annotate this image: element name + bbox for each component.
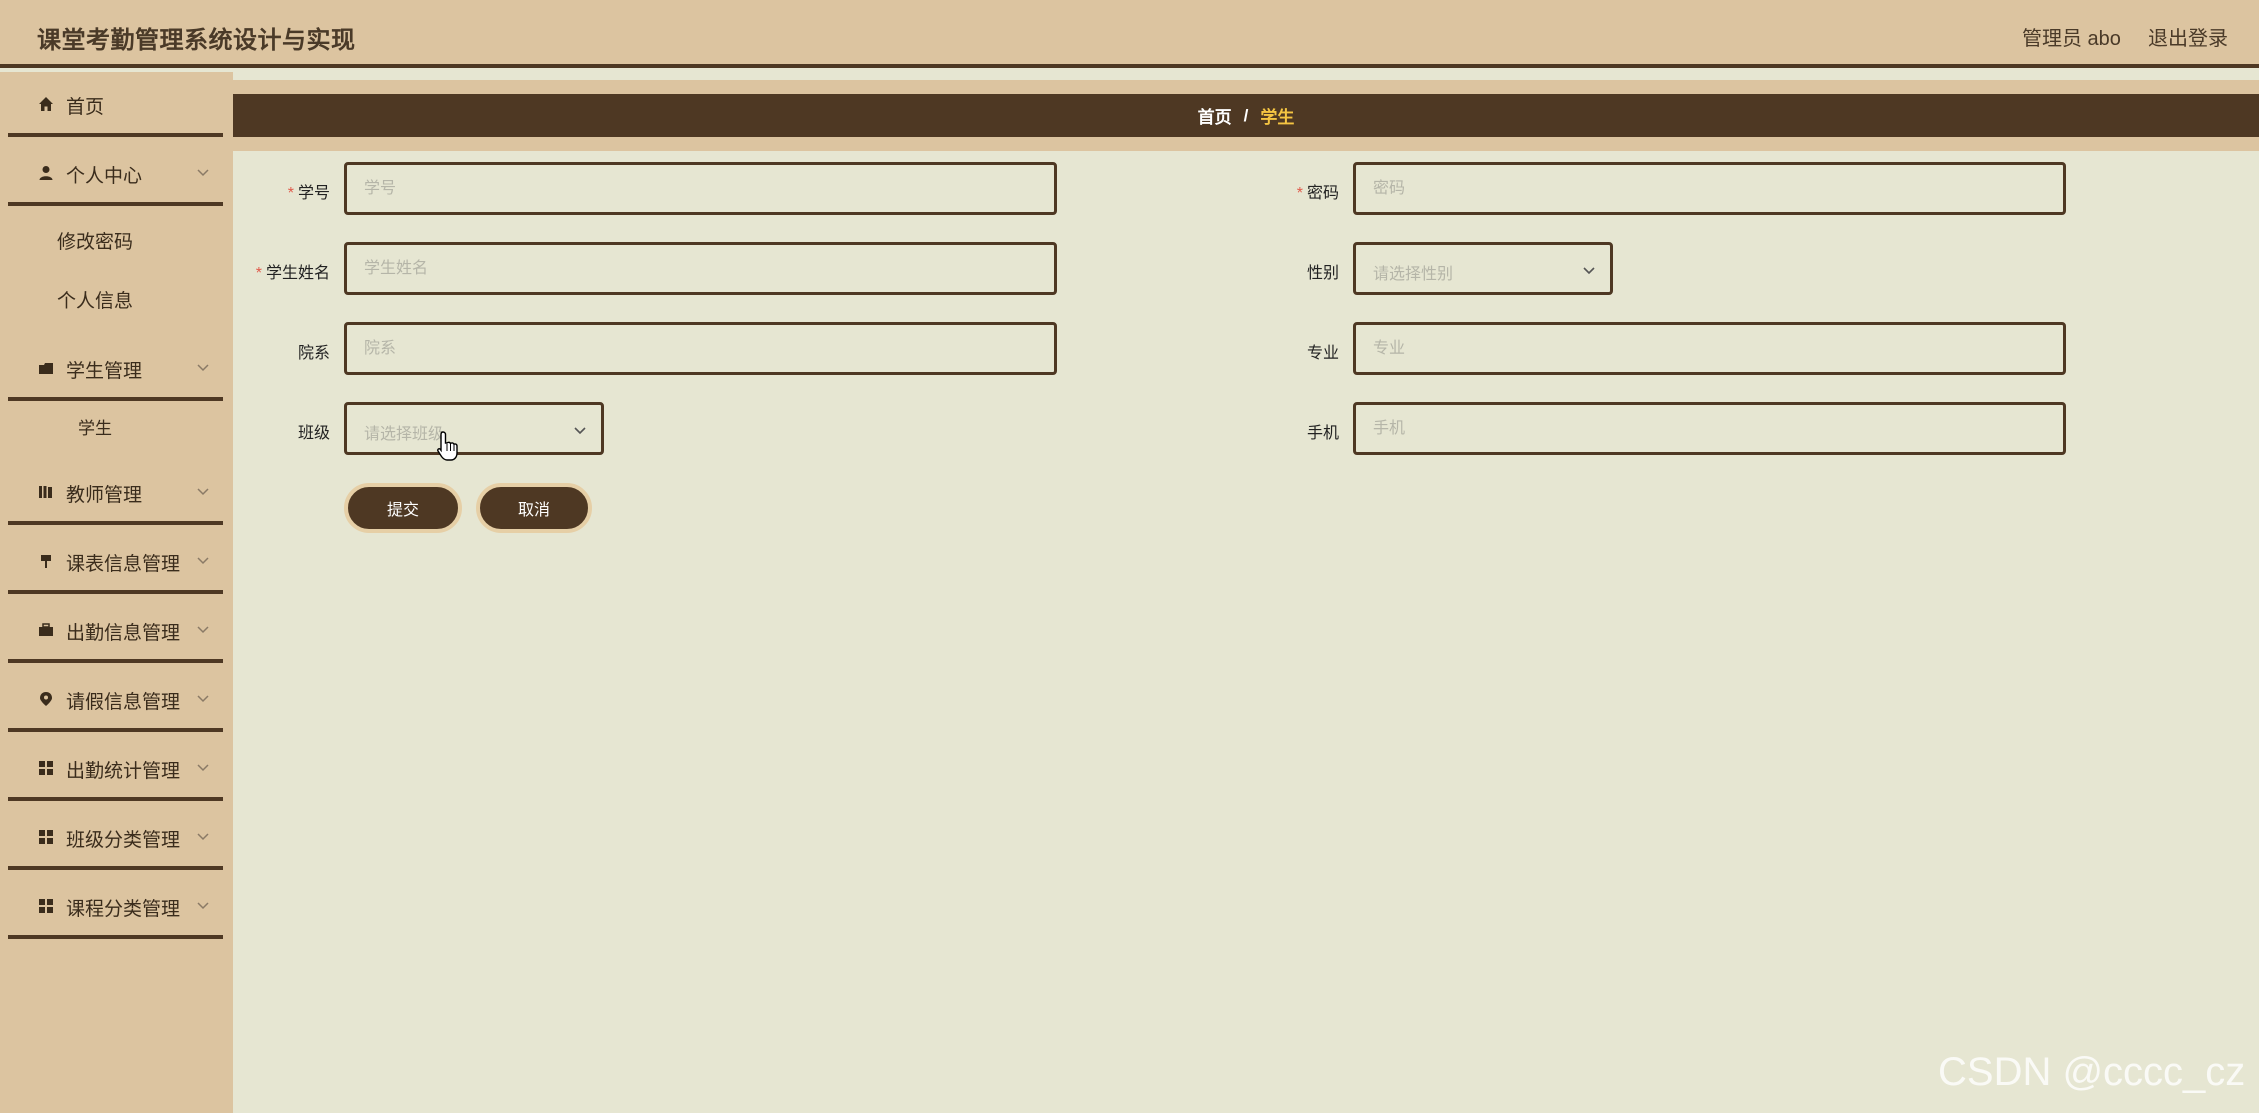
cancel-button[interactable]: 取消	[476, 483, 592, 533]
major-label: 专业	[1306, 345, 1339, 362]
grid-icon	[38, 760, 54, 776]
grid-icon	[38, 898, 54, 914]
department-label: 院系	[297, 345, 330, 362]
required-mark: *	[287, 185, 294, 202]
phone-input[interactable]	[1353, 402, 2066, 455]
sidebar-item-leave-management[interactable]: 请假信息管理	[8, 667, 223, 732]
sidebar-item-attendance-stats[interactable]: 出勤统计管理	[8, 736, 223, 801]
sidebar-item-home[interactable]: 首页	[8, 72, 223, 137]
content-top-strip	[233, 72, 2259, 80]
student-name-label: * 学生姓名	[255, 265, 330, 282]
book-icon	[38, 484, 54, 500]
chevron-down-icon	[197, 364, 209, 372]
location-icon	[38, 691, 54, 707]
logout-link[interactable]: 退出登录	[2148, 22, 2228, 51]
pin-icon	[38, 553, 54, 569]
current-user: 管理员 abo	[2022, 28, 2121, 50]
chevron-down-icon	[197, 169, 209, 177]
chevron-down-icon	[1583, 267, 1595, 275]
class-select-placeholder: 请选择班级	[364, 426, 445, 443]
phone-label: 手机	[1306, 425, 1339, 442]
sidebar-item-class-category[interactable]: 班级分类管理	[8, 805, 223, 870]
sidebar-subitem-change-password[interactable]: 修改密码	[57, 227, 133, 254]
chevron-down-icon	[197, 626, 209, 634]
top-header: 课堂考勤管理系统设计与实现 管理员 abo 退出登录	[0, 0, 2259, 68]
sidebar-item-label: 首页	[66, 97, 105, 118]
breadcrumb-home[interactable]: 首页	[1198, 103, 1232, 128]
content-top-band	[233, 80, 2259, 94]
student-no-input[interactable]	[344, 162, 1057, 215]
chevron-down-icon	[197, 695, 209, 703]
class-label: 班级	[297, 425, 330, 442]
chevron-down-icon	[197, 488, 209, 496]
breadcrumb-current: 学生	[1260, 108, 1295, 127]
sidebar-item-label: 请假信息管理	[66, 692, 181, 713]
sidebar-item-label: 课表信息管理	[66, 554, 181, 575]
chevron-down-icon	[197, 764, 209, 772]
folder-icon	[38, 360, 54, 376]
required-mark: *	[255, 265, 262, 282]
sidebar-item-label: 出勤信息管理	[66, 623, 181, 644]
student-name-input[interactable]	[344, 242, 1057, 295]
required-mark: *	[1296, 185, 1303, 202]
sidebar: 首页 个人中心 修改密码 个人信息 学生管理 学生 教师管理 课表信息管理 出勤…	[0, 72, 233, 1113]
department-input[interactable]	[344, 322, 1057, 375]
chevron-down-icon	[197, 902, 209, 910]
sidebar-item-label: 班级分类管理	[66, 830, 181, 851]
sidebar-item-teacher-management[interactable]: 教师管理	[8, 460, 223, 525]
sidebar-subitem-personal-info[interactable]: 个人信息	[57, 286, 133, 313]
major-input[interactable]	[1353, 322, 2066, 375]
student-no-label: * 学号	[287, 185, 330, 202]
sidebar-item-personal-center[interactable]: 个人中心	[8, 141, 223, 206]
sidebar-item-label: 出勤统计管理	[66, 761, 181, 782]
sidebar-item-label: 学生管理	[66, 361, 143, 382]
briefcase-icon	[38, 622, 54, 638]
breadcrumb: 首页 / 学生	[233, 94, 2259, 137]
gender-select-placeholder: 请选择性别	[1373, 266, 1454, 283]
sidebar-subitem-student[interactable]: 学生	[78, 414, 112, 439]
submit-button[interactable]: 提交	[344, 483, 462, 533]
chevron-down-icon	[197, 833, 209, 841]
breadcrumb-separator: /	[1243, 105, 1249, 125]
chevron-down-icon	[197, 557, 209, 565]
watermark: CSDN @cccc_cz	[1938, 1050, 2246, 1094]
home-icon	[38, 96, 54, 112]
password-input[interactable]	[1353, 162, 2066, 215]
sidebar-item-label: 个人中心	[66, 166, 143, 187]
grid-icon	[38, 829, 54, 845]
app-title: 课堂考勤管理系统设计与实现	[37, 27, 356, 54]
sidebar-item-label: 课程分类管理	[66, 899, 181, 920]
sidebar-item-schedule-management[interactable]: 课表信息管理	[8, 529, 223, 594]
sidebar-item-label: 教师管理	[66, 485, 143, 506]
chevron-down-icon	[574, 427, 586, 435]
class-select[interactable]: 请选择班级	[344, 402, 604, 455]
hand-cursor-icon	[437, 431, 458, 461]
gender-label: 性别	[1306, 265, 1339, 282]
sidebar-item-course-category[interactable]: 课程分类管理	[8, 874, 223, 939]
sidebar-item-attendance-management[interactable]: 出勤信息管理	[8, 598, 223, 663]
gender-select[interactable]: 请选择性别	[1353, 242, 1613, 295]
password-label: * 密码	[1296, 185, 1339, 202]
sidebar-item-student-management[interactable]: 学生管理	[8, 336, 223, 401]
user-icon	[38, 165, 54, 181]
content-under-band	[233, 137, 2259, 151]
